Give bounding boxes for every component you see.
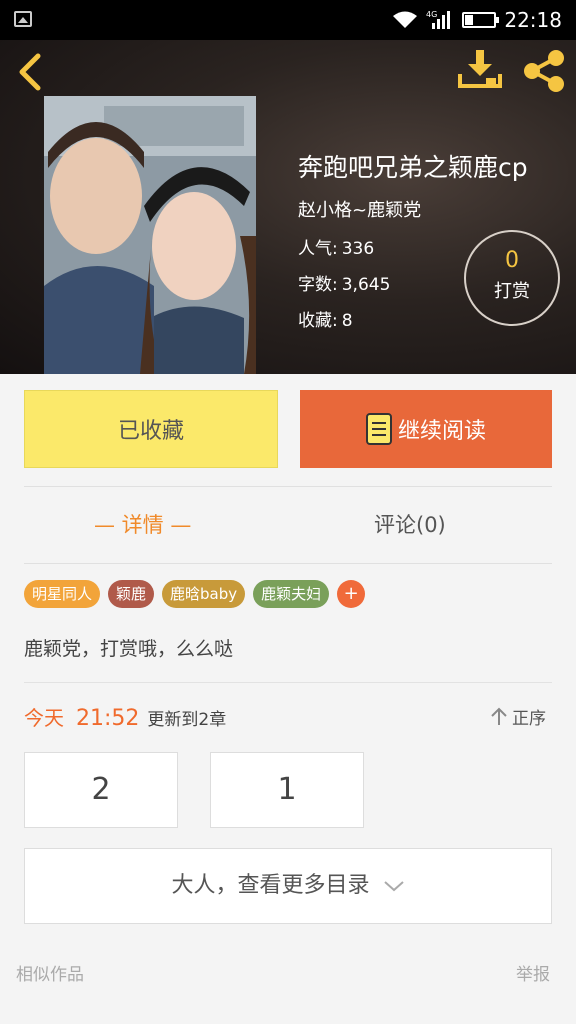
similar-works-label: 相似作品 — [16, 965, 84, 985]
sort-label: 正序 — [512, 709, 546, 729]
update-time: 21:52 — [76, 706, 140, 731]
book-title: 奔跑吧兄弟之颖鹿cp — [298, 153, 528, 182]
status-bar: 4G 22:18 — [0, 0, 576, 40]
stat-value: 8 — [341, 311, 353, 331]
update-message: 更新到2章 — [147, 710, 227, 730]
arrow-up-icon — [491, 707, 507, 725]
detail-tabs: — 详情 — 评论(0) — [24, 486, 552, 564]
stat-label: 收藏: — [298, 311, 338, 331]
favorited-button[interactable]: 已收藏 — [24, 390, 278, 468]
tip-label: 打赏 — [494, 281, 530, 302]
sort-toggle[interactable]: 正序 — [490, 704, 546, 729]
tag[interactable]: 颖鹿 — [108, 580, 155, 608]
battery-icon — [462, 12, 500, 28]
tag-list: 明星同人 颖鹿 鹿晗baby 鹿颖夫妇 + — [24, 580, 366, 608]
report-link[interactable]: 举报 — [516, 960, 550, 985]
book-header: 奔跑吧兄弟之颖鹿cp 赵小格~鹿颖党 人气: 336 字数: 3,645 收藏: 8 … — [0, 40, 576, 374]
add-tag-button[interactable]: + — [337, 580, 366, 608]
word-count-stat: 字数: 3,645 — [298, 270, 390, 295]
stat-value: 3,645 — [341, 275, 391, 295]
signal-icon: 4G — [426, 10, 451, 29]
tag[interactable]: 鹿晗baby — [162, 580, 246, 608]
tag[interactable]: 明星同人 — [24, 580, 101, 608]
author-name[interactable]: 赵小格~鹿颖党 — [298, 196, 421, 222]
network-label: 4G — [426, 10, 437, 19]
chapter-item[interactable]: 2 — [24, 752, 178, 828]
update-info: 今天 21:52 更新到2章 — [24, 702, 226, 731]
clock: 22:18 — [504, 8, 562, 32]
update-day: 今天 — [24, 706, 64, 730]
stat-label: 字数: — [298, 275, 338, 295]
stat-label: 人气: — [298, 239, 338, 259]
gallery-icon — [14, 11, 32, 27]
tip-button[interactable]: 0 打赏 — [464, 230, 560, 326]
tab-comments[interactable]: 评论(0) — [374, 487, 446, 563]
share-icon[interactable] — [520, 48, 568, 94]
tab-detail[interactable]: — 详情 — — [94, 487, 191, 563]
book-description: 鹿颖党，打赏哦，么么哒 — [24, 638, 234, 660]
tip-count: 0 — [505, 248, 519, 273]
continue-reading-label: 继续阅读 — [397, 419, 486, 444]
popularity-stat: 人气: 336 — [298, 234, 374, 259]
book-icon — [365, 413, 392, 445]
wifi-icon — [393, 11, 418, 28]
stat-value: 336 — [341, 239, 375, 259]
favorites-stat: 收藏: 8 — [298, 306, 353, 331]
chapter-item[interactable]: 1 — [210, 752, 364, 828]
download-icon[interactable] — [456, 48, 504, 92]
back-icon[interactable] — [14, 52, 50, 92]
continue-reading-button[interactable]: 继续阅读 — [300, 390, 552, 468]
more-catalog-button[interactable]: 大人，查看更多目录 — [24, 848, 552, 924]
more-catalog-label: 大人，查看更多目录 — [171, 873, 370, 898]
book-cover — [44, 96, 256, 374]
tag[interactable]: 鹿颖夫妇 — [253, 580, 330, 608]
divider — [24, 682, 552, 683]
chevron-down-icon — [383, 881, 404, 892]
